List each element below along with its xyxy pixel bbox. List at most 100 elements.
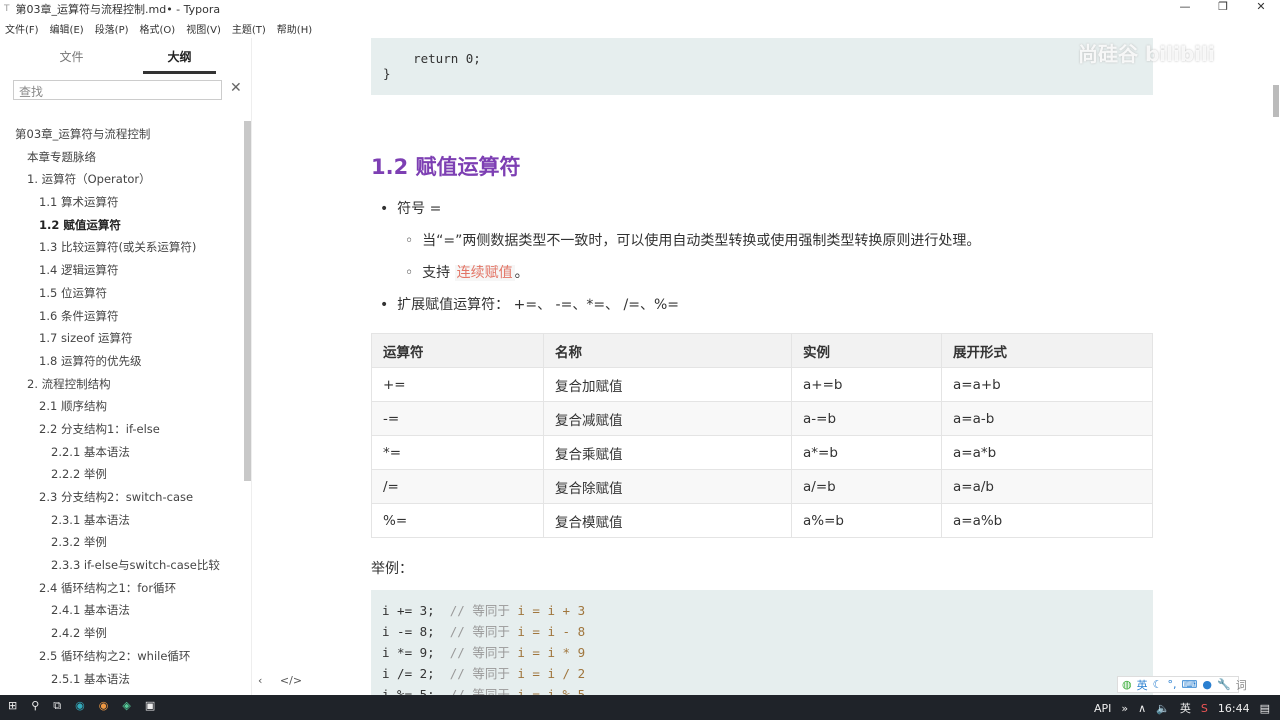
- table-cell: 复合加赋值: [543, 367, 792, 402]
- tray-expand-icon[interactable]: ∧: [1138, 702, 1146, 715]
- outline-item[interactable]: 2.3.2 举例: [0, 531, 244, 554]
- table-cell: 复合减赋值: [543, 401, 792, 436]
- speaker-icon[interactable]: 🔈: [1156, 702, 1170, 715]
- title-bar: T 第03章_运算符与流程控制.md• - Typora — ❐ ✕: [0, 0, 1280, 18]
- outline-item[interactable]: 1.7 sizeof 运算符: [0, 327, 244, 350]
- code-stmt: i += 3;: [382, 603, 435, 618]
- outline-item[interactable]: 2.2 分支结构1：if-else: [0, 418, 244, 441]
- table-cell: *=: [371, 435, 544, 470]
- table-cell: a=a*b: [941, 435, 1153, 470]
- code-stmt: i *= 9;: [382, 645, 435, 660]
- sogou-icon[interactable]: S: [1201, 702, 1208, 715]
- code-line: i *= 9; // 等同于 i = i * 9: [382, 642, 1142, 663]
- chevron-icon[interactable]: »: [1121, 702, 1128, 715]
- outline-search-input[interactable]: 查找: [13, 80, 222, 100]
- table-row: += 复合加赋值 a+=b a=a+b: [371, 367, 1153, 402]
- outline-item[interactable]: 2.2.1 基本语法: [0, 441, 244, 464]
- sidebar: 文件 大纲 查找 ✕ 第03章_运算符与流程控制 本章专题脉络 1. 运算符（Ope…: [0, 38, 302, 695]
- outline-item[interactable]: 2.3.3 if-else与switch-case比较: [0, 554, 244, 577]
- code-line: i /= 2; // 等同于 i = i / 2: [382, 663, 1142, 684]
- outline-item[interactable]: 2. 流程控制结构: [0, 373, 244, 396]
- watermark: 尚硅谷 bilibili: [1078, 42, 1215, 66]
- code-expr: i = i % 5: [517, 687, 586, 695]
- outline-item[interactable]: 第03章_运算符与流程控制: [0, 123, 244, 146]
- outline-item[interactable]: 2.5.1 基本语法: [0, 668, 244, 691]
- outline-item[interactable]: 本章专题脉络: [0, 146, 244, 169]
- outline-item[interactable]: 2.3.1 基本语法: [0, 509, 244, 532]
- menu-paragraph[interactable]: 段落(P): [95, 21, 129, 36]
- outline-item[interactable]: 2.5 循环结构之2：while循环: [0, 645, 244, 668]
- minimize-button[interactable]: —: [1166, 0, 1204, 13]
- outline-item[interactable]: 2.4.2 举例: [0, 622, 244, 645]
- lang-indicator[interactable]: 英: [1180, 700, 1191, 716]
- task-view-icon[interactable]: ⧉: [53, 699, 61, 713]
- code-comment: // 等同于: [449, 645, 510, 660]
- sub-bullet-item: ◦ 支持 连续赋值。: [405, 265, 529, 281]
- outline-item[interactable]: 1.3 比较运算符(或关系运算符): [0, 236, 244, 259]
- outline-item[interactable]: 1.2 赋值运算符: [0, 214, 244, 237]
- ime-logo-icon: ◍: [1122, 678, 1132, 691]
- sidebar-scrollbar[interactable]: [244, 121, 251, 481]
- punctuation-icon[interactable]: °,: [1167, 678, 1176, 691]
- outline-item[interactable]: 2.3 分支结构2：switch-case: [0, 486, 244, 509]
- clock[interactable]: 16:44: [1218, 702, 1250, 715]
- table-cell: a*=b: [791, 435, 942, 470]
- editor[interactable]: return 0; } 尚硅谷 bilibili 1.2 赋值运算符 • 符号 …: [252, 38, 1280, 695]
- notification-icon[interactable]: ▤: [1260, 702, 1270, 715]
- outline-item[interactable]: 1. 运算符（Operator）: [0, 168, 244, 191]
- table-cell: 复合除赋值: [543, 469, 792, 504]
- menu-theme[interactable]: 主题(T): [232, 21, 266, 36]
- menu-help[interactable]: 帮助(H): [277, 21, 312, 36]
- chrome-icon[interactable]: ◉: [99, 699, 109, 713]
- maximize-button[interactable]: ❐: [1204, 0, 1242, 13]
- menu-file[interactable]: 文件(F): [5, 21, 39, 36]
- outline-item[interactable]: 1.4 逻辑运算符: [0, 259, 244, 282]
- menu-edit[interactable]: 编辑(E): [50, 21, 84, 36]
- table-cell: a%=b: [791, 503, 942, 538]
- outline-item[interactable]: 1.6 条件运算符: [0, 305, 244, 328]
- code-comment: // 等同于: [449, 666, 510, 681]
- outline-item[interactable]: 2.2.2 举例: [0, 463, 244, 486]
- outline-item[interactable]: 2.4 循环结构之1：for循环: [0, 577, 244, 600]
- user-icon[interactable]: ●: [1202, 678, 1212, 691]
- clear-search-icon[interactable]: ✕: [230, 80, 242, 96]
- close-button[interactable]: ✕: [1242, 0, 1280, 13]
- outline-item[interactable]: 2.4.1 基本语法: [0, 599, 244, 622]
- start-icon[interactable]: ⊞: [8, 699, 17, 713]
- column-header: 运算符: [371, 333, 544, 368]
- code-line: }: [383, 66, 391, 81]
- outline-item[interactable]: 1.8 运算符的优先级: [0, 350, 244, 373]
- outline-item[interactable]: 1.5 位运算符: [0, 282, 244, 305]
- code-line: i += 3; // 等同于 i = i + 3: [382, 600, 1142, 621]
- menu-view[interactable]: 视图(V): [186, 21, 221, 36]
- table-cell: a/=b: [791, 469, 942, 504]
- table-row: *= 复合乘赋值 a*=b a=a*b: [371, 435, 1153, 470]
- app-icon[interactable]: ◈: [122, 699, 130, 713]
- typora-icon[interactable]: ▣: [145, 699, 155, 713]
- menu-format[interactable]: 格式(O): [140, 21, 176, 36]
- keyboard-icon[interactable]: ⌨: [1181, 678, 1197, 691]
- code-comment: // 等同于: [449, 624, 510, 639]
- table-row: /= 复合除赋值 a/=b a=a/b: [371, 469, 1153, 504]
- editor-scrollbar[interactable]: [1273, 85, 1279, 117]
- tab-files[interactable]: 文件: [0, 38, 143, 74]
- code-comment: // 等同于: [449, 603, 510, 618]
- code-stmt: i -= 8;: [382, 624, 435, 639]
- ime-extra[interactable]: 词: [1236, 677, 1247, 693]
- wrench-icon[interactable]: 🔧: [1217, 678, 1231, 691]
- outline-item[interactable]: 2.1 顺序结构: [0, 395, 244, 418]
- table-row: %= 复合模赋值 a%=b a=a%b: [371, 503, 1153, 538]
- edge-icon[interactable]: ◉: [75, 699, 85, 713]
- table-cell: a+=b: [791, 367, 942, 402]
- code-block-example: i += 3; // 等同于 i = i + 3 i -= 8; // 等同于 i…: [371, 590, 1153, 695]
- moon-icon[interactable]: ☾: [1153, 678, 1163, 691]
- api-label[interactable]: API: [1094, 702, 1111, 715]
- table-cell: 复合乘赋值: [543, 435, 792, 470]
- table-cell: +=: [371, 367, 544, 402]
- outline-item[interactable]: 1.1 算术运算符: [0, 191, 244, 214]
- ime-toolbar[interactable]: ◍ 英 ☾ °, ⌨ ● 🔧 词: [1117, 676, 1247, 693]
- ime-lang[interactable]: 英: [1137, 677, 1148, 693]
- highlight-text: 连续赋值: [454, 265, 515, 281]
- tab-outline[interactable]: 大纲: [143, 38, 216, 74]
- search-icon[interactable]: ⚲: [31, 699, 39, 713]
